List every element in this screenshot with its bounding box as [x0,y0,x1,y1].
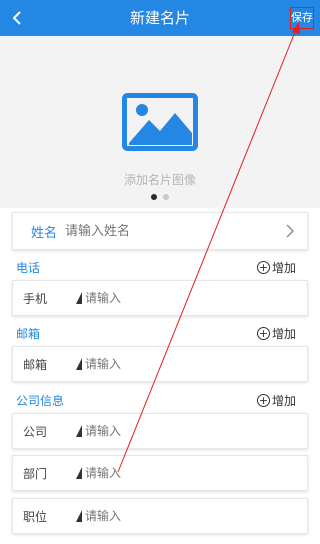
page-dot-2 [163,194,169,200]
position-field-row[interactable]: 职位 [12,498,308,534]
add-email-label: 增加 [271,326,296,341]
phone-input[interactable] [85,291,307,305]
email-field-label: 邮箱 [23,357,48,372]
plus-circle-icon: + [256,260,270,274]
image-placeholder-icon [122,93,198,151]
email-section-title: 邮箱 [16,326,41,341]
field-corner-icon [76,358,82,370]
company-field-row[interactable]: 公司 [12,413,308,449]
add-phone-button[interactable]: + 增加 [256,259,296,276]
add-company-button[interactable]: + 增加 [256,392,296,409]
plus-circle-icon: + [256,326,270,340]
field-corner-icon [76,467,82,479]
email-section-header: 邮箱 + 增加 [0,323,320,343]
add-email-button[interactable]: + 增加 [256,325,296,342]
company-section-header: 公司信息 + 增加 [0,390,320,410]
email-field-row[interactable]: 邮箱 [12,346,308,382]
back-button[interactable] [0,0,34,36]
company-input[interactable] [85,424,307,438]
top-bar: 新建名片 保存 [0,0,320,36]
page-title: 新建名片 [129,9,190,27]
phone-section-header: 电话 + 增加 [0,257,320,277]
company-field-label: 公司 [23,424,48,439]
page-dot-1 [151,194,157,200]
department-input[interactable] [85,466,307,480]
add-company-label: 增加 [271,393,296,408]
name-field-row[interactable]: 姓名 [12,212,308,250]
card-image-area[interactable]: 添加名片图像 [0,36,320,208]
position-input[interactable] [85,509,307,523]
field-corner-icon [76,510,82,522]
add-phone-label: 增加 [271,260,296,275]
save-button[interactable]: 保存 [290,7,314,29]
back-arrow-icon [12,11,21,25]
email-input[interactable] [85,357,307,371]
page-indicator [0,194,320,200]
chevron-right-icon[interactable] [285,223,295,239]
phone-field-row[interactable]: 手机 [12,280,308,316]
phone-section-title: 电话 [16,260,41,275]
field-corner-icon [76,425,82,437]
phone-field-label: 手机 [23,291,48,306]
field-corner-icon [76,292,82,304]
add-image-label: 添加名片图像 [123,173,196,187]
position-field-label: 职位 [23,509,48,524]
company-section-title: 公司信息 [16,393,65,408]
name-input[interactable] [65,223,285,239]
name-label: 姓名 [31,225,58,241]
department-field-row[interactable]: 部门 [12,455,308,491]
plus-circle-icon: + [256,393,270,407]
department-field-label: 部门 [23,466,48,481]
